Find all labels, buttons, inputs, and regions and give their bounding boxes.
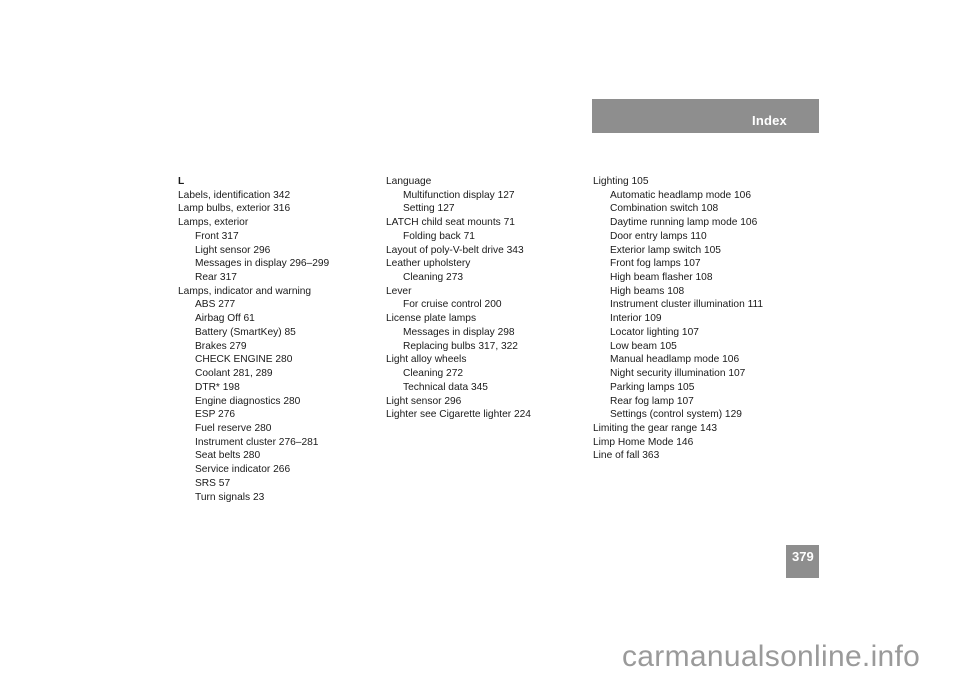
watermark: carmanualsonline.info xyxy=(622,640,921,673)
index-entry: Lamps, indicator and warning xyxy=(178,285,312,297)
index-subentry: Fuel reserve 280 xyxy=(195,422,272,434)
index-subentry: CHECK ENGINE 280 xyxy=(195,354,293,366)
index-subentry: Combination switch 108 xyxy=(610,203,719,215)
index-subentry: Automatic headlamp mode 106 xyxy=(610,189,752,201)
index-subentry: Service indicator 266 xyxy=(195,464,291,476)
index-subentry: Brakes 279 xyxy=(195,340,247,352)
index-entry: Lamps, exterior xyxy=(178,217,249,229)
index-entry: Language xyxy=(386,176,432,187)
index-entry: Limp Home Mode 146 xyxy=(593,436,694,448)
index-subentry: Messages in display 296–299 xyxy=(195,258,330,270)
index-entry: Light alloy wheels xyxy=(386,354,467,366)
index-subentry: Locator lighting 107 xyxy=(610,326,699,338)
index-entry: Leather upholstery xyxy=(386,258,471,270)
index-entry: Lighting 105 xyxy=(593,176,649,187)
index-subentry: Door entry lamps 110 xyxy=(610,230,707,242)
index-subentry: Manual headlamp mode 106 xyxy=(610,354,740,366)
index-subentry: Airbag Off 61 xyxy=(195,313,255,325)
index-entry: License plate lamps xyxy=(386,313,477,325)
index-entry: Lamp bulbs, exterior 316 xyxy=(178,203,291,215)
section-title: Index xyxy=(752,113,787,128)
index-entry: Lighter see Cigarette lighter 224 xyxy=(386,409,531,421)
index-entry: Lever xyxy=(386,285,412,297)
index-subentry: Coolant 281, 289 xyxy=(195,368,273,380)
index-entry: Labels, identification 342 xyxy=(178,189,291,201)
index-subentry: Turn signals 23 xyxy=(195,491,265,503)
index-subentry: Cleaning 273 xyxy=(403,272,464,284)
index-subentry: Daytime running lamp mode 106 xyxy=(610,217,758,229)
index-subentry: Rear 317 xyxy=(195,272,237,284)
index-subentry: Cleaning 272 xyxy=(403,368,464,380)
index-subentry: Front fog lamps 107 xyxy=(610,258,701,270)
index-subentry: Multifunction display 127 xyxy=(403,189,515,201)
index-subentry: Parking lamps 105 xyxy=(610,381,695,393)
index-subentry: Instrument cluster illumination 111 xyxy=(610,299,764,311)
index-subentry: Low beam 105 xyxy=(610,340,677,352)
index-entry: Layout of poly-V-belt drive 343 xyxy=(386,244,524,256)
index-subentry: Technical data 345 xyxy=(403,381,488,393)
index-subentry: Interior 109 xyxy=(610,313,662,325)
index-column-3: Lighting 105 Automatic headlamp mode 106 C… xyxy=(593,175,763,463)
index-subentry: DTR* 198 xyxy=(195,381,240,393)
index-entry: LATCH child seat mounts 71 xyxy=(386,217,515,229)
index-subentry: Folding back 71 xyxy=(403,230,475,242)
index-entry: Light sensor 296 xyxy=(386,395,462,407)
index-subentry: Seat belts 280 xyxy=(195,450,261,462)
page-number: 379 xyxy=(792,549,814,564)
index-subentry: Exterior lamp switch 105 xyxy=(610,244,721,256)
index-subentry: SRS 57 xyxy=(195,477,231,489)
index-subentry: Rear fog lamp 107 xyxy=(610,395,694,407)
index-column-1: L Labels, identification 342 Lamp bulbs, e… xyxy=(178,175,329,504)
index-subentry: Battery (SmartKey) 85 xyxy=(195,326,296,338)
page-number-box: 379 xyxy=(786,545,819,578)
index-column-2: Language Multifunction display 127 Setting… xyxy=(386,175,531,422)
index-subentry: Messages in display 298 xyxy=(403,326,515,338)
index-subentry: Settings (control system) 129 xyxy=(610,409,742,421)
index-subentry: High beams 108 xyxy=(610,285,685,297)
index-subentry: High beam flasher 108 xyxy=(610,272,713,284)
index-entry: Limiting the gear range 143 xyxy=(593,422,718,434)
index-subentry: For cruise control 200 xyxy=(403,299,502,311)
index-subentry: Night security illumination 107 xyxy=(610,368,746,380)
index-subentry: Front 317 xyxy=(195,230,239,242)
index-entry: Line of fall 363 xyxy=(593,450,660,462)
section-header-bar: Index xyxy=(592,99,819,133)
index-subentry: ABS 277 xyxy=(195,299,236,311)
index-subentry: Engine diagnostics 280 xyxy=(195,395,301,407)
index-subentry: Replacing bulbs 317, 322 xyxy=(403,340,518,352)
index-letter-heading: L xyxy=(178,176,185,187)
index-subentry: ESP 276 xyxy=(195,409,236,421)
index-subentry: Setting 127 xyxy=(403,203,455,215)
index-subentry: Instrument cluster 276–281 xyxy=(195,436,319,448)
index-subentry: Light sensor 296 xyxy=(195,244,271,256)
